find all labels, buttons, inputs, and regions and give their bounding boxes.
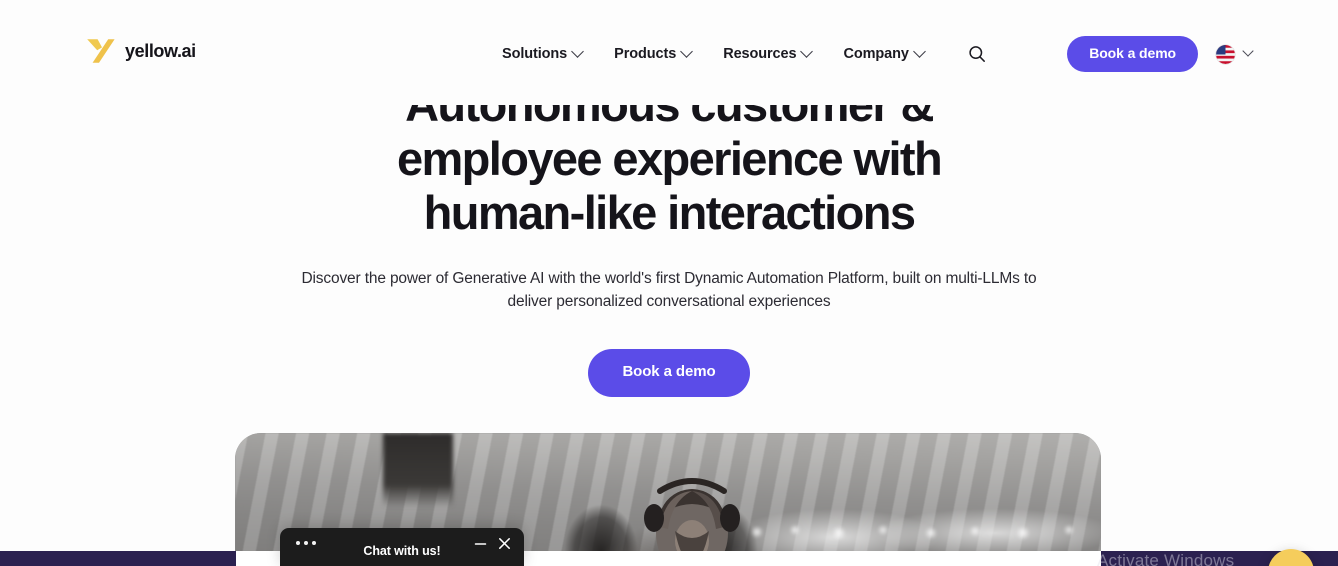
hero-subtitle: Discover the power of Generative AI with… — [301, 270, 1037, 310]
chevron-down-icon — [680, 44, 694, 58]
hero-section: Autonomous customer & employee experienc… — [0, 78, 1338, 397]
header-book-demo-button[interactable]: Book a demo — [1067, 36, 1198, 73]
chevron-down-icon — [912, 44, 926, 58]
brand-name: yellow.ai — [125, 41, 196, 61]
chevron-down-icon — [800, 44, 814, 58]
hero-book-demo-button[interactable]: Book a demo — [588, 349, 750, 397]
nav-item-label: Solutions — [502, 46, 568, 62]
hero-photo-pillar — [383, 433, 453, 507]
chat-widget[interactable]: Chat with us! — [280, 528, 524, 566]
yellow-ai-logo-icon — [87, 39, 115, 63]
hero-cta-container: Book a demo — [0, 349, 1338, 397]
close-icon[interactable] — [498, 537, 511, 550]
search-icon — [969, 46, 985, 62]
nav-item-products[interactable]: Products — [614, 43, 694, 65]
nav-item-label: Resources — [723, 46, 797, 62]
main-navigation: Solutions Products Resources Company — [502, 41, 990, 67]
chat-widget-actions — [474, 537, 511, 550]
header-right-actions: Book a demo — [1067, 36, 1254, 73]
nav-item-company[interactable]: Company — [843, 43, 926, 65]
nav-item-label: Company — [843, 46, 909, 62]
chevron-down-icon — [1242, 45, 1254, 57]
nav-item-solutions[interactable]: Solutions — [502, 43, 585, 65]
language-selector[interactable] — [1216, 44, 1254, 64]
nav-item-resources[interactable]: Resources — [723, 43, 814, 65]
hero-title-line-2: employee experience with — [396, 132, 943, 185]
search-button[interactable] — [964, 41, 990, 67]
hero-title-line-3: human-like interactions — [423, 186, 916, 239]
site-header: yellow.ai Solutions Products Resources C… — [0, 0, 1338, 105]
chevron-down-icon — [571, 44, 585, 58]
nav-item-label: Products — [614, 46, 677, 62]
us-flag-icon — [1216, 44, 1235, 64]
minimize-icon[interactable] — [474, 537, 487, 550]
brand-logo-link[interactable]: yellow.ai — [86, 38, 196, 64]
hero-photo-bokeh-lights — [743, 517, 1101, 547]
